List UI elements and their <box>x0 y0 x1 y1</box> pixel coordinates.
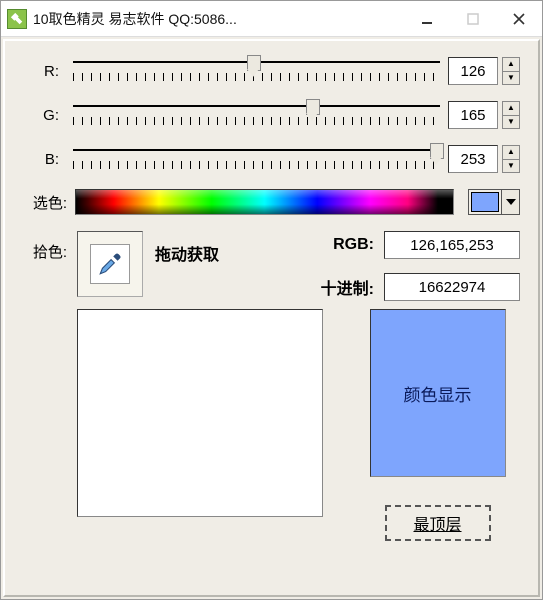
color-spectrum[interactable] <box>75 189 454 215</box>
combo-swatch <box>471 192 499 212</box>
eyedropper-icon <box>97 251 123 277</box>
r-slider[interactable] <box>73 57 440 85</box>
rgb-label: RGB: <box>321 236 374 254</box>
g-label: G: <box>23 107 65 124</box>
dec-label: 十进制: <box>321 275 374 299</box>
g-spin-up[interactable]: ▲ <box>502 101 520 116</box>
b-label: B: <box>23 151 65 168</box>
maximize-button <box>450 1 496 36</box>
drag-hint: 拖动获取 <box>155 241 219 265</box>
color-display: 颜色显示 <box>370 309 506 477</box>
r-spin-up[interactable]: ▲ <box>502 57 520 72</box>
titlebar[interactable]: 10取色精灵 易志软件 QQ:5086... <box>1 1 542 37</box>
r-input[interactable] <box>448 57 498 85</box>
r-label: R: <box>23 63 65 80</box>
g-input[interactable] <box>448 101 498 129</box>
minimize-button[interactable] <box>404 1 450 36</box>
b-slider-thumb[interactable] <box>430 143 442 165</box>
client-area: R: ▲ ▼ G: <box>3 39 540 597</box>
b-slider[interactable] <box>73 145 440 173</box>
select-color-label: 选色: <box>23 192 71 213</box>
window-title: 10取色精灵 易志软件 QQ:5086... <box>33 9 237 29</box>
combo-dropdown-button[interactable] <box>501 190 519 214</box>
color-combo[interactable] <box>468 189 520 215</box>
close-button[interactable] <box>496 1 542 36</box>
app-icon <box>7 9 27 29</box>
pick-color-label: 拾色: <box>23 241 71 262</box>
app-window: 10取色精灵 易志软件 QQ:5086... R: <box>0 0 543 600</box>
topmost-button[interactable]: 最顶层 <box>385 505 491 541</box>
g-slider-thumb[interactable] <box>306 99 318 121</box>
g-slider[interactable] <box>73 101 440 129</box>
b-input[interactable] <box>448 145 498 173</box>
r-slider-thumb[interactable] <box>247 55 259 77</box>
rgb-value[interactable]: 126,165,253 <box>384 231 520 259</box>
b-spin-down[interactable]: ▼ <box>502 160 520 174</box>
history-list[interactable] <box>77 309 323 517</box>
color-display-label: 颜色显示 <box>404 381 472 406</box>
eyedropper-container <box>77 231 143 297</box>
dec-value[interactable]: 16622974 <box>384 273 520 301</box>
eyedropper-button[interactable] <box>90 244 130 284</box>
r-spin-down[interactable]: ▼ <box>502 72 520 86</box>
g-spin-down[interactable]: ▼ <box>502 116 520 130</box>
b-spin-up[interactable]: ▲ <box>502 145 520 160</box>
